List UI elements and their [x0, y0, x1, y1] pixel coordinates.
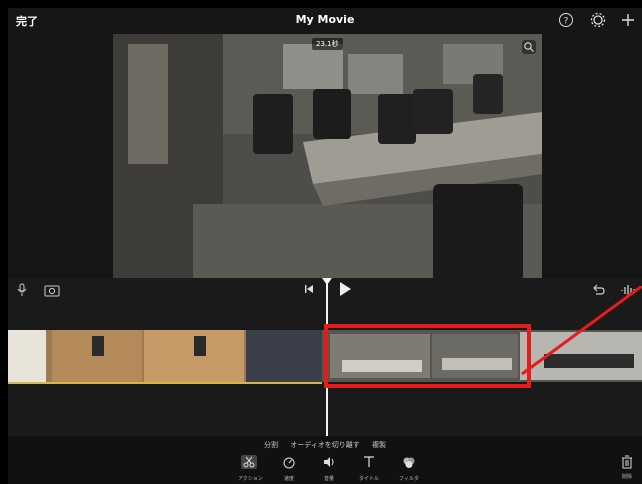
skip-to-start-icon[interactable]: [304, 283, 314, 295]
classroom-frame-image: [113, 34, 542, 282]
title-icon: [364, 456, 374, 467]
timeline: [8, 278, 642, 436]
edit-panel: 分割 オーディオを切り離す 複製 アクション 速度 音量 タイトル フィルタ 削…: [8, 436, 642, 484]
tool-title[interactable]: タイトル: [358, 454, 380, 482]
annotation-highlight-box: [324, 324, 531, 388]
detach-audio-action[interactable]: オーディオを切り離す: [290, 441, 360, 449]
filter-icon: [403, 457, 415, 468]
project-title: My Movie: [295, 13, 355, 26]
play-icon[interactable]: [338, 281, 352, 297]
scissors-icon: [241, 455, 257, 469]
volume-icon: [324, 457, 334, 467]
top-bar: 完了 My Movie ?: [8, 8, 642, 34]
settings-icon[interactable]: [590, 12, 606, 28]
svg-text:?: ?: [564, 17, 569, 27]
clip-actions: 分割 オーディオを切り離す 複製: [8, 440, 642, 450]
add-icon[interactable]: [620, 12, 636, 28]
preview-area: 23.1秒: [8, 34, 642, 282]
tool-action[interactable]: アクション: [238, 454, 263, 482]
timestamp-badge: 23.1秒: [312, 38, 343, 50]
help-icon[interactable]: ?: [558, 12, 574, 28]
video-clip-door[interactable]: [8, 330, 322, 382]
annotation-arrow: [521, 286, 642, 376]
camera-icon[interactable]: [44, 283, 60, 297]
speed-icon: [283, 457, 295, 469]
delete-button[interactable]: 削除: [618, 454, 636, 480]
trash-icon: [622, 455, 632, 469]
split-action[interactable]: 分割: [264, 441, 278, 449]
tool-speed[interactable]: 速度: [278, 454, 300, 482]
clip-selection-underline: [8, 382, 322, 384]
tool-filter[interactable]: フィルタ: [398, 454, 420, 482]
tool-volume[interactable]: 音量: [318, 454, 340, 482]
imovie-editor: 完了 My Movie ? 23.1秒 分割 オーディオを切り離す 複製 アクシ…: [8, 8, 642, 484]
duplicate-action[interactable]: 複製: [372, 441, 386, 449]
playhead-marker-icon: [322, 278, 332, 285]
video-preview[interactable]: 23.1秒: [113, 34, 542, 282]
zoom-icon[interactable]: [522, 40, 536, 54]
microphone-icon[interactable]: [16, 283, 28, 297]
